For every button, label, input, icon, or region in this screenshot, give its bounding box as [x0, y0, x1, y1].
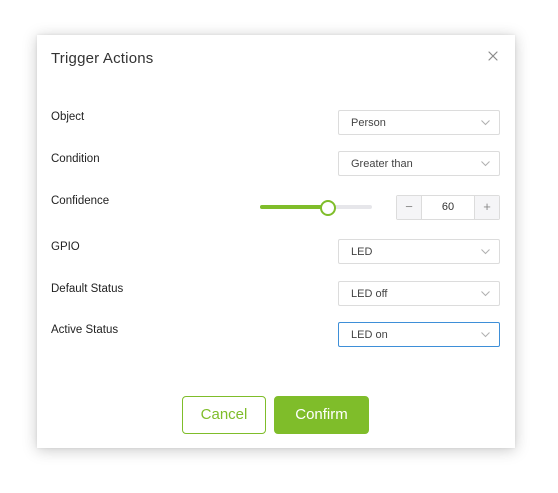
default-status-select-value: LED off: [351, 288, 388, 300]
chevron-down-icon: [481, 291, 490, 297]
chevron-down-icon: [481, 161, 490, 167]
dialog-title: Trigger Actions: [51, 50, 154, 67]
gpio-select[interactable]: LED: [338, 239, 500, 264]
slider-fill: [260, 205, 328, 209]
default-status-label: Default Status: [51, 283, 124, 295]
object-label: Object: [51, 111, 85, 123]
trigger-actions-dialog: Trigger Actions Object Person Condition …: [37, 35, 515, 448]
gpio-label: GPIO: [51, 241, 80, 253]
confidence-value-input[interactable]: 60: [422, 196, 474, 219]
confidence-stepper: − 60 +: [396, 195, 500, 220]
confidence-label: Confidence: [51, 195, 110, 207]
cancel-button[interactable]: Cancel: [182, 396, 266, 434]
close-icon[interactable]: [485, 48, 501, 64]
chevron-down-icon: [481, 249, 490, 255]
confidence-slider[interactable]: [260, 199, 372, 216]
decrement-button[interactable]: −: [397, 196, 422, 219]
active-status-label: Active Status: [51, 324, 119, 336]
object-select[interactable]: Person: [338, 110, 500, 135]
default-status-select[interactable]: LED off: [338, 281, 500, 306]
confirm-button[interactable]: Confirm: [274, 396, 369, 434]
active-status-select[interactable]: LED on: [338, 322, 500, 347]
active-status-select-value: LED on: [351, 329, 388, 341]
condition-select[interactable]: Greater than: [338, 151, 500, 176]
increment-button[interactable]: +: [474, 196, 499, 219]
object-select-value: Person: [351, 117, 386, 129]
condition-select-value: Greater than: [351, 158, 413, 170]
condition-label: Condition: [51, 153, 100, 165]
gpio-select-value: LED: [351, 246, 373, 258]
chevron-down-icon: [481, 120, 490, 126]
slider-handle[interactable]: [320, 200, 337, 216]
chevron-down-icon: [481, 332, 490, 338]
